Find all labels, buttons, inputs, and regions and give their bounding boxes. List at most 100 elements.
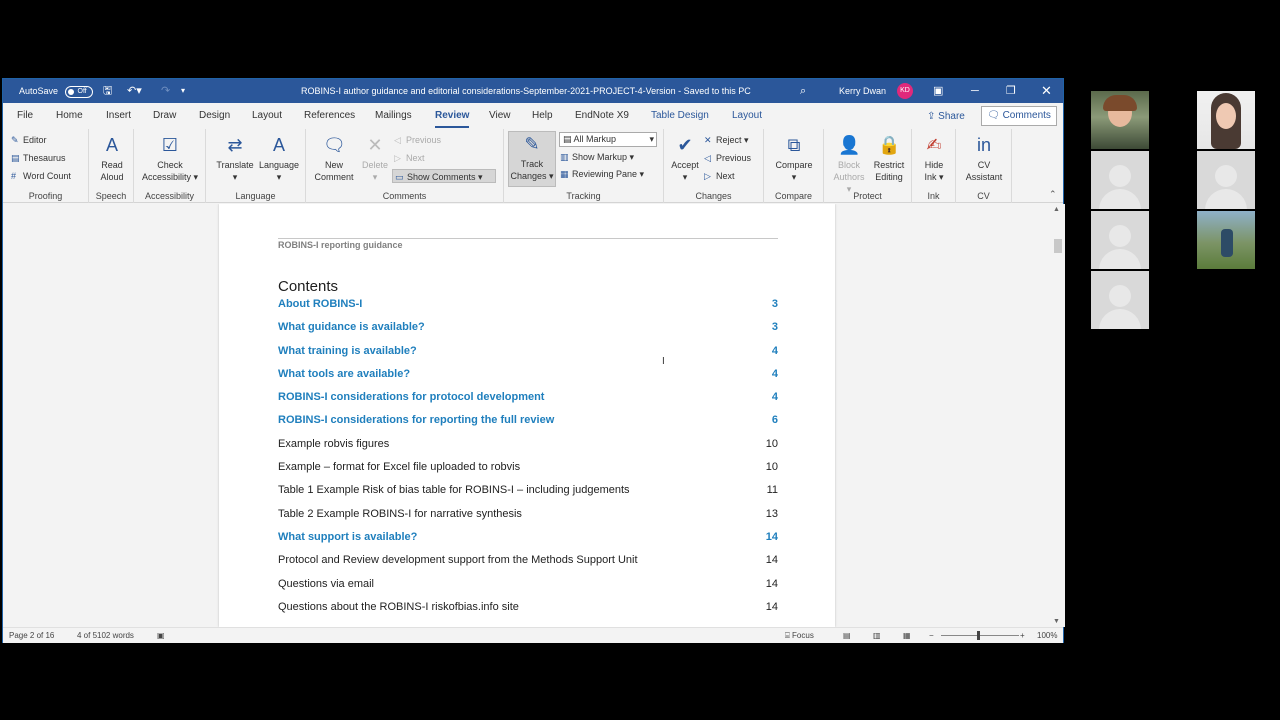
- video-tile-participant-3[interactable]: [1091, 151, 1149, 209]
- tab-file[interactable]: File: [17, 103, 33, 129]
- toc-entry-title[interactable]: What training is available?: [278, 343, 417, 359]
- zoom-in-icon[interactable]: +: [1020, 628, 1025, 644]
- video-tile-participant-6[interactable]: [1197, 211, 1255, 269]
- new-comment-button[interactable]: 🗨 New Comment: [312, 133, 356, 183]
- print-layout-icon[interactable]: ▥: [873, 628, 881, 644]
- toc-entry[interactable]: ROBINS-I considerations for reporting th…: [278, 412, 778, 435]
- scrollbar-thumb[interactable]: [1054, 239, 1062, 253]
- translate-button[interactable]: ⇄ Translate ▾: [214, 133, 256, 183]
- tab-review[interactable]: Review: [435, 103, 470, 128]
- video-tile-participant-5[interactable]: [1091, 211, 1149, 269]
- markup-select[interactable]: ▤ All Markup ▾: [559, 132, 657, 147]
- word-count-indicator[interactable]: 4 of 5102 words: [77, 628, 134, 644]
- redo-icon[interactable]: ↷: [161, 79, 170, 103]
- scroll-up-icon[interactable]: ▲: [1053, 206, 1060, 213]
- video-tile-participant-7[interactable]: [1091, 271, 1149, 329]
- tab-view[interactable]: View: [489, 103, 511, 129]
- track-changes-button[interactable]: ✎ Track Changes ▾: [508, 131, 556, 187]
- autosave-toggle[interactable]: AutoSave Off: [19, 79, 93, 103]
- collapse-ribbon-icon[interactable]: ⌃: [1049, 189, 1057, 200]
- previous-change-button[interactable]: ◁ Previous: [704, 151, 751, 165]
- document-page[interactable]: ROBINS-I reporting guidance Contents Abo…: [219, 204, 835, 627]
- ribbon-display-options-icon[interactable]: ▣: [933, 79, 943, 103]
- video-tile-participant-2[interactable]: [1197, 91, 1255, 149]
- toc-entry-title[interactable]: What tools are available?: [278, 366, 410, 382]
- tab-home[interactable]: Home: [56, 103, 83, 129]
- toc-entry[interactable]: What training is available? 4: [278, 343, 778, 366]
- toc-entry[interactable]: About ROBINS-I 3: [278, 296, 778, 319]
- toc-entry-title[interactable]: Protocol and Review development support …: [278, 552, 638, 568]
- accept-button[interactable]: ✔ Accept ▾: [668, 133, 702, 183]
- toc-entry[interactable]: Example – format for Excel file uploaded…: [278, 459, 778, 482]
- vertical-scrollbar[interactable]: ▲ ▼: [1051, 204, 1065, 627]
- editor-button[interactable]: ✎ Editor: [11, 133, 47, 147]
- customize-toolbar-icon[interactable]: ▾: [181, 79, 185, 103]
- toc-entry[interactable]: What tools are available? 4: [278, 366, 778, 389]
- restrict-editing-button[interactable]: 🔒 Restrict Editing: [870, 133, 908, 183]
- cv-assistant-button[interactable]: in CV Assistant: [958, 133, 1010, 183]
- hide-ink-button[interactable]: ✍ Hide Ink ▾: [916, 133, 952, 183]
- show-comments-button[interactable]: ▭ Show Comments ▾: [392, 169, 496, 183]
- toc-entry-title[interactable]: Table 2 Example ROBINS-I for narrative s…: [278, 506, 522, 522]
- toc-entry-title[interactable]: ROBINS-I considerations for reporting th…: [278, 412, 554, 428]
- toc-entry-title[interactable]: What guidance is available?: [278, 319, 425, 335]
- tab-mailings[interactable]: Mailings: [375, 103, 412, 129]
- close-icon[interactable]: ✕: [1041, 79, 1052, 103]
- zoom-slider-knob[interactable]: [977, 631, 980, 640]
- search-icon[interactable]: ⌕: [800, 79, 806, 103]
- read-mode-icon[interactable]: ▤: [843, 628, 851, 644]
- web-layout-icon[interactable]: ▦: [903, 628, 911, 644]
- undo-icon[interactable]: ↶▾: [127, 79, 142, 103]
- tab-table-design[interactable]: Table Design: [651, 103, 709, 129]
- video-tile-participant-4[interactable]: [1197, 151, 1255, 209]
- reviewing-pane-button[interactable]: ▦ Reviewing Pane ▾: [560, 167, 644, 181]
- video-tile-participant-1[interactable]: [1091, 91, 1149, 149]
- language-button[interactable]: A Language ▾: [256, 133, 302, 183]
- toc-entry-title[interactable]: Table 1 Example Risk of bias table for R…: [278, 482, 630, 498]
- toc-entry[interactable]: What support is available? 14: [278, 529, 778, 552]
- next-comment-button[interactable]: ▷ Next: [394, 151, 425, 165]
- tab-insert[interactable]: Insert: [106, 103, 131, 129]
- tab-table-layout[interactable]: Layout: [732, 103, 762, 129]
- toc-entry[interactable]: Example robvis figures 10: [278, 436, 778, 459]
- user-name[interactable]: Kerry Dwan: [839, 79, 886, 103]
- comments-button[interactable]: 🗨 Comments: [981, 106, 1057, 126]
- zoom-out-icon[interactable]: −: [929, 628, 934, 644]
- toc-entry[interactable]: Questions about the ROBINS-I riskofbias.…: [278, 599, 778, 622]
- tab-design[interactable]: Design: [199, 103, 230, 129]
- check-accessibility-button[interactable]: ☑ Check Accessibility ▾: [138, 133, 202, 183]
- toc-entry[interactable]: What guidance is available? 3: [278, 319, 778, 342]
- tab-layout[interactable]: Layout: [252, 103, 282, 129]
- save-icon[interactable]: 🖫: [103, 79, 112, 103]
- focus-button[interactable]: ⌸ Focus: [785, 628, 814, 644]
- tab-draw[interactable]: Draw: [153, 103, 176, 129]
- toc-entry-title[interactable]: Example robvis figures: [278, 436, 389, 452]
- page-indicator[interactable]: Page 2 of 16: [9, 628, 54, 644]
- toc-entry-title[interactable]: ROBINS-I considerations for protocol dev…: [278, 389, 544, 405]
- toc-entry[interactable]: Table 1 Example Risk of bias table for R…: [278, 482, 778, 505]
- avatar[interactable]: KD: [897, 83, 913, 99]
- show-markup-button[interactable]: ▥ Show Markup ▾: [560, 150, 634, 164]
- zoom-slider[interactable]: [941, 635, 1019, 636]
- autosave-switch[interactable]: Off: [64, 85, 93, 98]
- toc-entry-title[interactable]: Example – format for Excel file uploaded…: [278, 459, 520, 475]
- minimize-icon[interactable]: ─: [971, 79, 979, 103]
- toc-entry-title[interactable]: Questions via email: [278, 576, 374, 592]
- toc-entry[interactable]: Table 2 Example ROBINS-I for narrative s…: [278, 506, 778, 529]
- document-title[interactable]: ROBINS-I author guidance and editorial c…: [301, 79, 751, 103]
- zoom-level[interactable]: 100%: [1037, 628, 1057, 644]
- toc-entry[interactable]: ROBINS-I considerations for protocol dev…: [278, 389, 778, 412]
- toc-entry-title[interactable]: About ROBINS-I: [278, 296, 362, 312]
- delete-comment-button[interactable]: ✕ Delete ▾: [358, 133, 392, 183]
- toc-entry-title[interactable]: Questions about the ROBINS-I riskofbias.…: [278, 599, 519, 615]
- word-count-button[interactable]: # Word Count: [11, 169, 71, 183]
- previous-comment-button[interactable]: ◁ Previous: [394, 133, 441, 147]
- tab-help[interactable]: Help: [532, 103, 553, 129]
- scroll-down-icon[interactable]: ▼: [1053, 618, 1060, 625]
- thesaurus-button[interactable]: ▤ Thesaurus: [11, 151, 66, 165]
- reject-button[interactable]: ✕ Reject ▾: [704, 133, 749, 147]
- tab-references[interactable]: References: [304, 103, 355, 129]
- compare-button[interactable]: ⧉ Compare ▾: [770, 133, 818, 183]
- toc-entry[interactable]: Protocol and Review development support …: [278, 552, 778, 575]
- tab-endnote[interactable]: EndNote X9: [575, 103, 629, 129]
